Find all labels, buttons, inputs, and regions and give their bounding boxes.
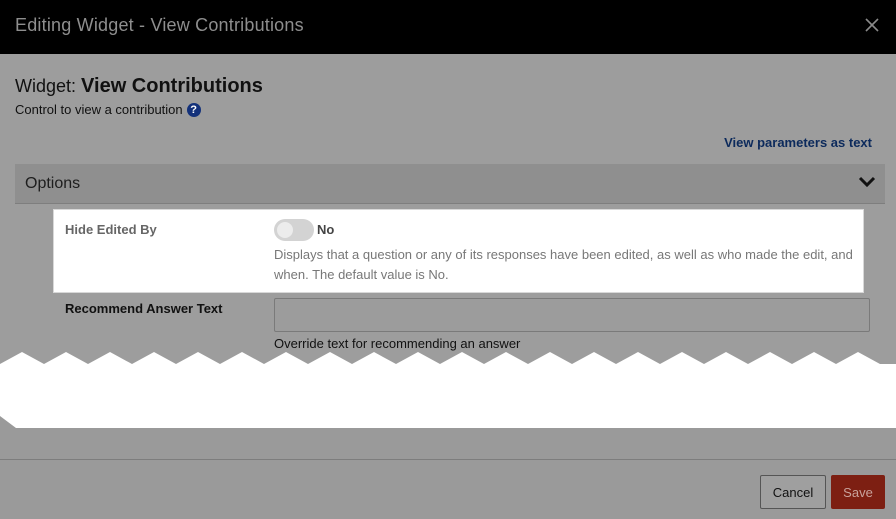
hide-edited-by-label: Hide Edited By	[65, 222, 157, 237]
close-icon[interactable]	[862, 15, 882, 35]
hide-edited-by-description: Displays that a question or any of its r…	[274, 247, 853, 282]
cancel-button[interactable]: Cancel	[760, 475, 826, 509]
save-button[interactable]: Save	[831, 475, 885, 509]
footer-divider	[0, 459, 896, 460]
widget-description: Control to view a contribution ?	[15, 102, 201, 117]
recommend-answer-text-help: Override text for recommending an answer	[274, 336, 521, 351]
hide-edited-by-row: Hide Edited By No Displays that a questi…	[53, 209, 864, 293]
hide-edited-by-toggle-value: No	[317, 222, 335, 237]
dialog-title: Editing Widget - View Contributions	[15, 15, 304, 35]
options-section-header[interactable]: Options	[15, 164, 885, 204]
torn-edge-gap	[0, 352, 896, 428]
hide-edited-by-toggle[interactable]	[274, 219, 314, 241]
recommend-answer-text-label: Recommend Answer Text	[65, 301, 223, 316]
options-label: Options	[25, 175, 81, 192]
recommend-answer-text-input[interactable]	[274, 298, 870, 332]
dialog-content: Widget: View Contributions Control to vi…	[0, 54, 896, 364]
view-parameters-link[interactable]: View parameters as text	[724, 135, 872, 150]
chevron-down-icon[interactable]	[858, 175, 876, 189]
widget-heading: Widget: View Contributions	[15, 75, 263, 98]
dialog-titlebar: Editing Widget - View Contributions	[0, 0, 896, 54]
widget-description-text: Control to view a contribution	[15, 102, 183, 117]
help-icon[interactable]: ?	[186, 102, 201, 117]
dialog-footer: Cancel Save	[0, 428, 896, 519]
toggle-knob	[277, 222, 293, 238]
widget-prefix: Widget:	[15, 76, 82, 96]
widget-name: View Contributions	[81, 75, 263, 97]
